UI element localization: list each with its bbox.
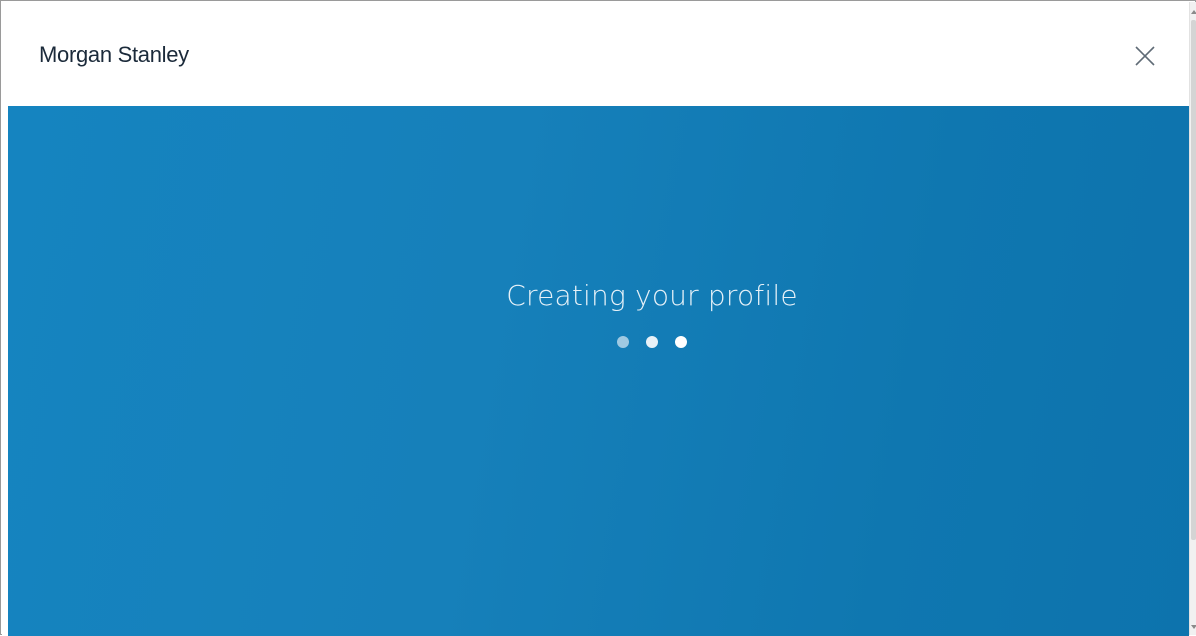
close-icon [1135, 46, 1155, 66]
loading-dot [646, 336, 658, 348]
vertical-scrollbar[interactable] [1189, 2, 1196, 635]
loading-dot [675, 336, 687, 348]
loading-indicator [617, 336, 687, 348]
loading-dot [617, 336, 629, 348]
loading-panel: Creating your profile [8, 106, 1189, 636]
status-message: Creating your profile [506, 279, 798, 312]
scroll-up-arrow-icon[interactable] [1191, 10, 1196, 14]
modal-header: Morgan Stanley [2, 2, 1189, 106]
close-button[interactable] [1129, 40, 1161, 72]
scrollbar-thumb[interactable] [1191, 20, 1196, 540]
brand-logo: Morgan Stanley [39, 42, 189, 67]
modal-window: Morgan Stanley Creating your profile [0, 0, 1196, 636]
scroll-down-arrow-icon[interactable] [1191, 625, 1196, 629]
